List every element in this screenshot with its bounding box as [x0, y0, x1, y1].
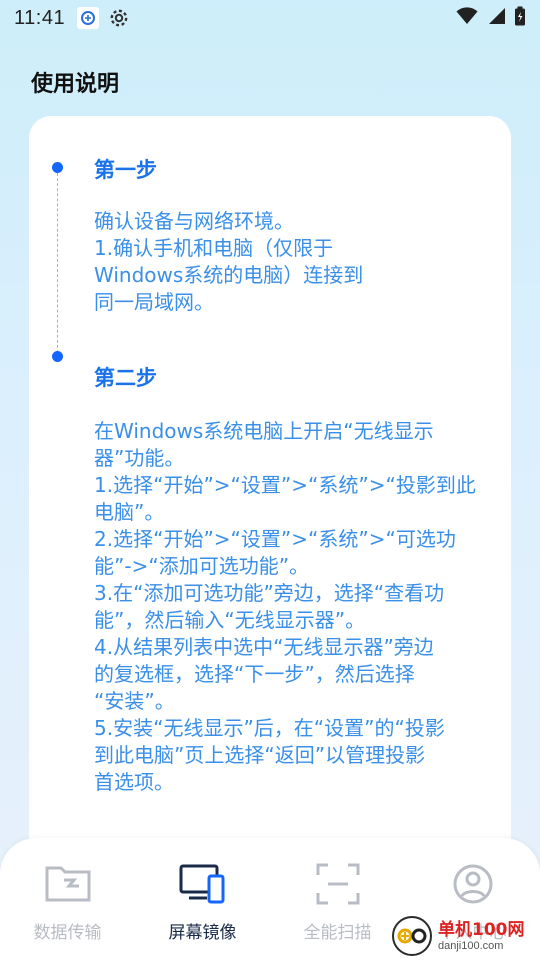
battery-icon: [514, 6, 526, 31]
page-title: 使用说明: [31, 72, 120, 97]
nav-label-data-transfer: 数据传输: [33, 923, 102, 943]
nav-label-screen-mirror: 屏幕镜像: [168, 923, 237, 943]
wifi-icon: [456, 6, 478, 30]
step-1-body: 确认设备与网络环境。 1.确认手机和电脑（仅限于 Windows系统的电脑）连接…: [94, 209, 364, 314]
status-time: 11:41: [14, 6, 66, 29]
instructions-card: 第一步 确认设备与网络环境。 1.确认手机和电脑（仅限于 Windows系统的电…: [29, 116, 511, 876]
nav-item-data-transfer[interactable]: 数据传输: [0, 838, 135, 960]
step-2-body: 在Windows系统电脑上开启“无线显示 器”功能。 1.选择“开始”>“设置”…: [94, 419, 476, 794]
timeline-line: [57, 168, 58, 358]
nav-item-scan[interactable]: 全能扫描: [270, 838, 405, 960]
step-1-dot: [52, 162, 63, 173]
folder-transfer-icon: [43, 862, 93, 906]
watermark-domain: danji100.com: [438, 939, 504, 952]
watermark-name: 单机100网: [438, 919, 525, 940]
app-notification-icon: [77, 7, 100, 29]
screen-mirror-icon: [178, 862, 228, 906]
user-profile-icon: [448, 862, 498, 906]
status-bar: 11:41: [0, 0, 540, 36]
step-2-dot: [52, 351, 63, 362]
gear-icon: [109, 8, 129, 28]
step-1-title: 第一步: [94, 158, 157, 182]
site-watermark: 单机100网 danji100.com: [392, 916, 525, 956]
nav-item-screen-mirror[interactable]: 屏幕镜像: [135, 838, 270, 960]
scan-frame-icon: [313, 862, 363, 906]
signal-icon: [486, 7, 506, 30]
step-2-title: 第二步: [94, 366, 157, 390]
nav-label-scan: 全能扫描: [303, 923, 372, 943]
watermark-logo-icon: [392, 916, 432, 956]
